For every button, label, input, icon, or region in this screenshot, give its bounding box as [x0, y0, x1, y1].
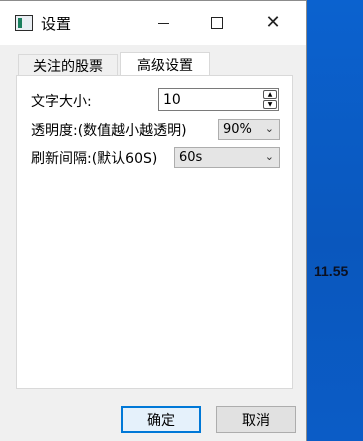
- triangle-up-icon: ▲: [267, 90, 273, 98]
- font-size-spinbox[interactable]: 10 ▲ ▼: [158, 88, 279, 111]
- window-title: 设置: [41, 15, 72, 33]
- cancel-button[interactable]: 取消: [216, 406, 296, 433]
- close-button[interactable]: ✕: [250, 1, 296, 45]
- font-size-value[interactable]: 10: [163, 92, 181, 108]
- minimize-icon: [157, 22, 169, 24]
- font-size-label: 文字大小:: [31, 94, 92, 110]
- title-bar[interactable]: 设置 ✕: [0, 1, 306, 45]
- opacity-value: 90%: [223, 122, 252, 137]
- tab-label: 高级设置: [137, 57, 193, 74]
- spin-down-button[interactable]: ▼: [263, 100, 277, 109]
- minimize-button[interactable]: [140, 1, 186, 45]
- triangle-down-icon: ▼: [267, 100, 273, 108]
- maximize-button[interactable]: [194, 1, 240, 45]
- opacity-select[interactable]: 90% ⌄: [218, 119, 280, 140]
- settings-window: 设置 ✕ 关注的股票 高级设置 文字大小: 10 ▲ ▼ 透明度:(数值越小越透…: [0, 0, 307, 441]
- tab-label: 关注的股票: [33, 58, 103, 75]
- ok-button[interactable]: 确定: [121, 406, 201, 433]
- opacity-label: 透明度:(数值越小越透明): [31, 123, 187, 139]
- app-icon: [15, 15, 33, 31]
- refresh-interval-value: 60s: [179, 150, 203, 165]
- tab-watched-stocks[interactable]: 关注的股票: [18, 54, 118, 76]
- tab-advanced-settings[interactable]: 高级设置: [120, 52, 210, 76]
- spin-up-button[interactable]: ▲: [263, 90, 277, 99]
- cancel-button-label: 取消: [242, 412, 270, 429]
- refresh-interval-select[interactable]: 60s ⌄: [174, 147, 280, 168]
- desktop-overlay-text: 11.55: [314, 263, 349, 279]
- maximize-icon: [211, 17, 223, 29]
- ok-button-label: 确定: [147, 412, 175, 429]
- spin-buttons: ▲ ▼: [263, 90, 277, 109]
- chevron-down-icon: ⌄: [264, 150, 274, 163]
- chevron-down-icon: ⌄: [264, 122, 274, 135]
- refresh-interval-label: 刷新间隔:(默认60S): [31, 151, 158, 167]
- close-icon: ✕: [265, 12, 281, 33]
